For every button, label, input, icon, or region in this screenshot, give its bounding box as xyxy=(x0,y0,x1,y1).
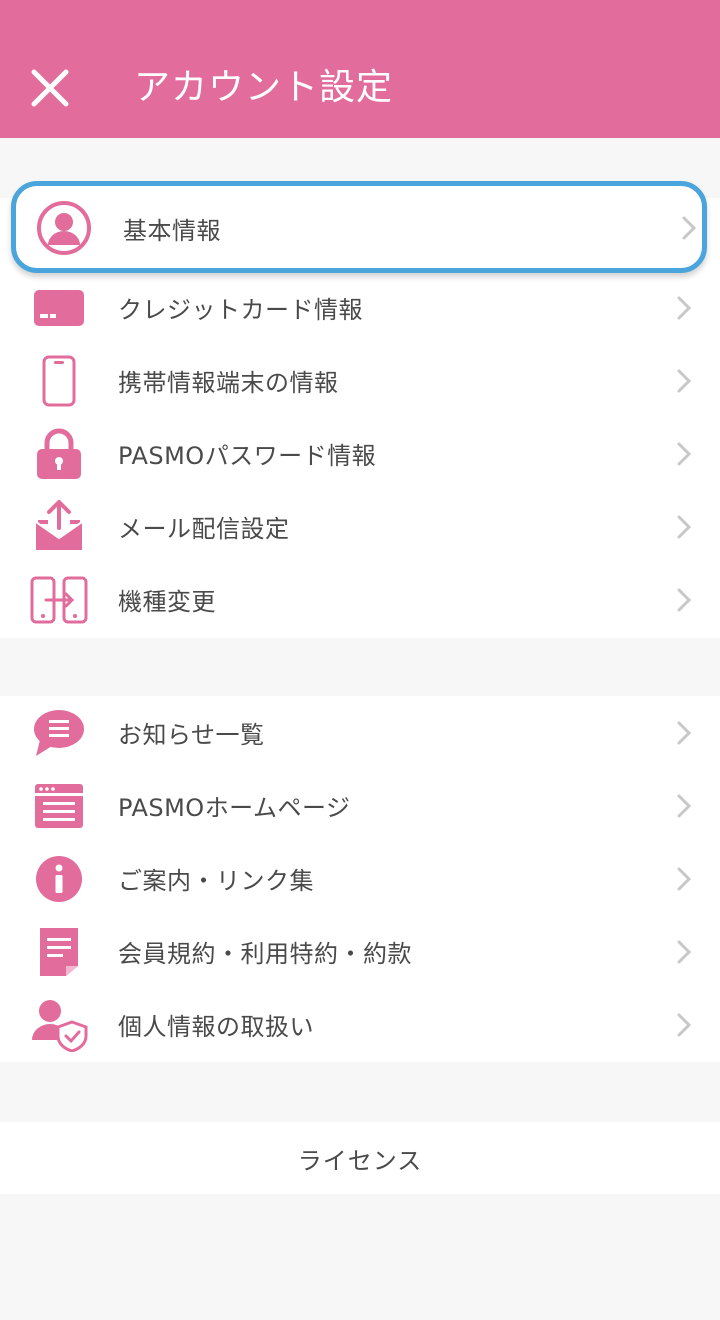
menu-item-pasmo-homepage[interactable]: PASMOホームページ xyxy=(0,769,720,842)
menu-item-label: 携帯情報端末の情報 xyxy=(118,369,339,397)
lock-icon xyxy=(30,425,88,483)
menu-item-terms[interactable]: 会員規約・利用特約・約款 xyxy=(0,915,720,988)
menu-item-device-info[interactable]: 携帯情報端末の情報 xyxy=(0,344,720,417)
chevron-right-icon xyxy=(677,442,692,465)
browser-page-icon xyxy=(30,777,88,835)
chevron-right-icon xyxy=(677,794,692,817)
user-circle-icon xyxy=(35,199,93,257)
menu-item-label: ご案内・リンク集 xyxy=(118,867,314,895)
chevron-right-icon xyxy=(677,721,692,744)
message-list-icon xyxy=(30,704,88,762)
license-label: ライセンス xyxy=(297,1146,423,1175)
menu-item-basic-info[interactable]: 基本情報 xyxy=(11,181,707,273)
menu-item-label: 会員規約・利用特約・約款 xyxy=(118,940,412,968)
menu-item-notices[interactable]: お知らせ一覧 xyxy=(0,696,720,769)
chevron-right-icon xyxy=(677,1013,692,1036)
smartphone-icon xyxy=(30,352,88,410)
menu-item-privacy[interactable]: 個人情報の取扱い xyxy=(0,988,720,1061)
menu-item-basic-info-row[interactable]: 基本情報 xyxy=(5,182,720,274)
chevron-right-icon xyxy=(677,940,692,963)
app-header: アカウント設定 xyxy=(0,0,720,138)
chevron-right-icon xyxy=(677,515,692,538)
menu-item-guide-links[interactable]: ご案内・リンク集 xyxy=(0,842,720,915)
user-shield-icon xyxy=(30,996,88,1054)
device-transfer-icon xyxy=(30,571,88,629)
menu-item-credit-card[interactable]: クレジットカード情報 xyxy=(0,271,720,344)
close-icon xyxy=(31,69,69,107)
chevron-right-icon xyxy=(677,867,692,890)
menu-item-label: お知らせ一覧 xyxy=(118,721,265,749)
menu-item-label: 基本情報 xyxy=(123,216,221,245)
info-icon xyxy=(30,850,88,908)
menu-item-device-change[interactable]: 機種変更 xyxy=(0,563,720,636)
chevron-right-icon xyxy=(677,369,692,392)
menu-item-label: メール配信設定 xyxy=(118,515,290,543)
menu-item-label: 個人情報の取扱い xyxy=(118,1013,314,1041)
credit-card-icon xyxy=(30,279,88,337)
mail-tray-icon xyxy=(30,498,88,556)
chevron-right-icon xyxy=(682,216,697,240)
chevron-right-icon xyxy=(677,296,692,319)
document-icon xyxy=(30,923,88,981)
close-button[interactable] xyxy=(22,62,78,114)
info-menu-group: お知らせ一覧 PASMOホームページ ご案内・リンク集 会員規約・利用特約・約款… xyxy=(0,696,720,1062)
menu-item-label: クレジットカード情報 xyxy=(118,296,363,324)
menu-item-pasmo-password[interactable]: PASMOパスワード情報 xyxy=(0,417,720,490)
license-button[interactable]: ライセンス xyxy=(0,1122,720,1194)
menu-item-label: PASMOホームページ xyxy=(118,794,351,822)
menu-item-label: PASMOパスワード情報 xyxy=(118,442,377,470)
chevron-right-icon xyxy=(677,588,692,611)
menu-item-label: 機種変更 xyxy=(118,588,216,616)
page-title: アカウント設定 xyxy=(134,67,394,108)
menu-item-mail-settings[interactable]: メール配信設定 xyxy=(0,490,720,563)
